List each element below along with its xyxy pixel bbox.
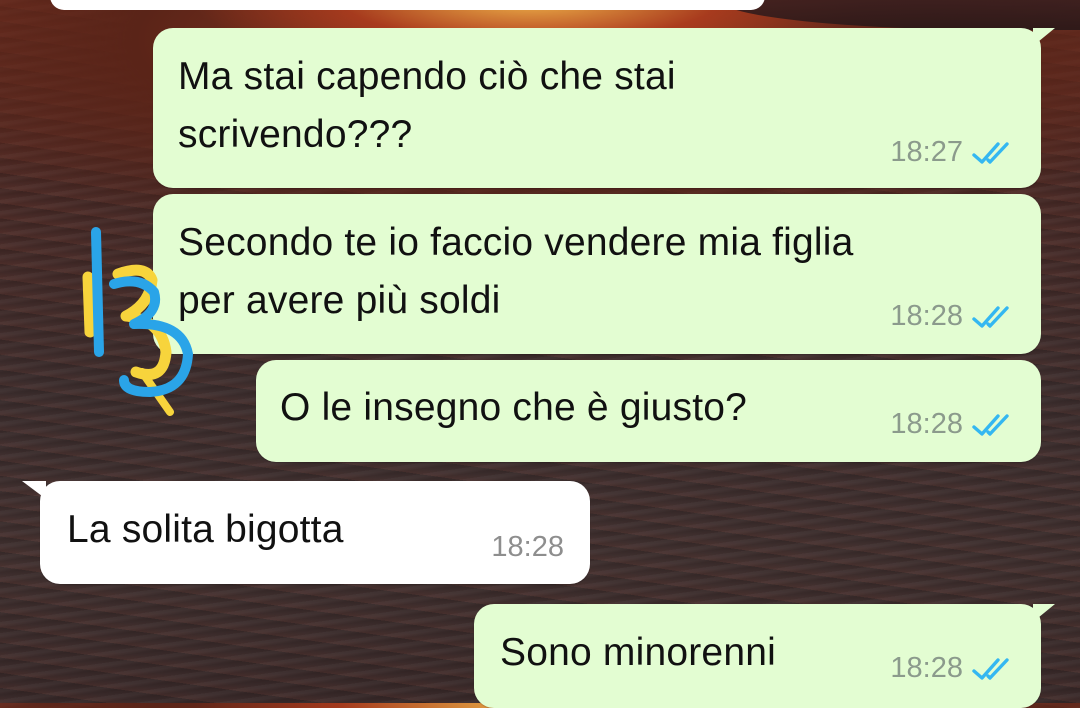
message-text-line: O le insegno che è giusto? bbox=[280, 386, 748, 429]
message-time: 18:28 bbox=[890, 408, 963, 440]
message-time: 18:28 bbox=[491, 531, 564, 563]
previous-bubble-edge bbox=[50, 0, 765, 10]
message-text-line: per avere più soldi bbox=[178, 279, 501, 322]
message-text-line: scrivendo??? bbox=[178, 113, 413, 156]
double-check-icon bbox=[971, 412, 1017, 438]
message-text-line: Sono minorenni bbox=[500, 631, 776, 674]
message-time: 18:28 bbox=[890, 652, 963, 684]
message-meta: 18:27 bbox=[890, 136, 1017, 169]
handwritten-13-annotation bbox=[82, 227, 193, 416]
message-bubble-incoming[interactable]: La solita bigotta 18:28 bbox=[22, 481, 590, 584]
bubble-tail bbox=[1033, 28, 1055, 46]
double-check-icon bbox=[971, 656, 1017, 682]
message-bubble-outgoing[interactable]: Secondo te io faccio vendere mia figlia … bbox=[153, 194, 1041, 354]
wallpaper-silhouette bbox=[720, 0, 1080, 30]
message-meta: 18:28 bbox=[890, 652, 1017, 685]
double-check-icon bbox=[971, 304, 1017, 330]
double-check-icon bbox=[971, 140, 1017, 166]
message-text-line: La solita bigotta bbox=[67, 508, 344, 551]
message-time: 18:27 bbox=[890, 136, 963, 168]
message-bubble-outgoing[interactable]: O le insegno che è giusto? 18:28 bbox=[256, 360, 1041, 462]
message-meta: 18:28 bbox=[491, 531, 564, 564]
message-bubble-outgoing[interactable]: Ma stai capendo ciò che stai scrivendo??… bbox=[153, 28, 1055, 188]
message-meta: 18:28 bbox=[890, 408, 1017, 441]
message-text-line: Secondo te io faccio vendere mia figlia bbox=[178, 221, 854, 264]
bubble-tail bbox=[22, 481, 46, 499]
message-time: 18:28 bbox=[890, 300, 963, 332]
bubble-tail bbox=[1033, 604, 1055, 622]
message-meta: 18:28 bbox=[890, 300, 1017, 333]
message-bubble-outgoing[interactable]: Sono minorenni 18:28 bbox=[474, 604, 1055, 708]
message-text-line: Ma stai capendo ciò che stai bbox=[178, 55, 676, 98]
